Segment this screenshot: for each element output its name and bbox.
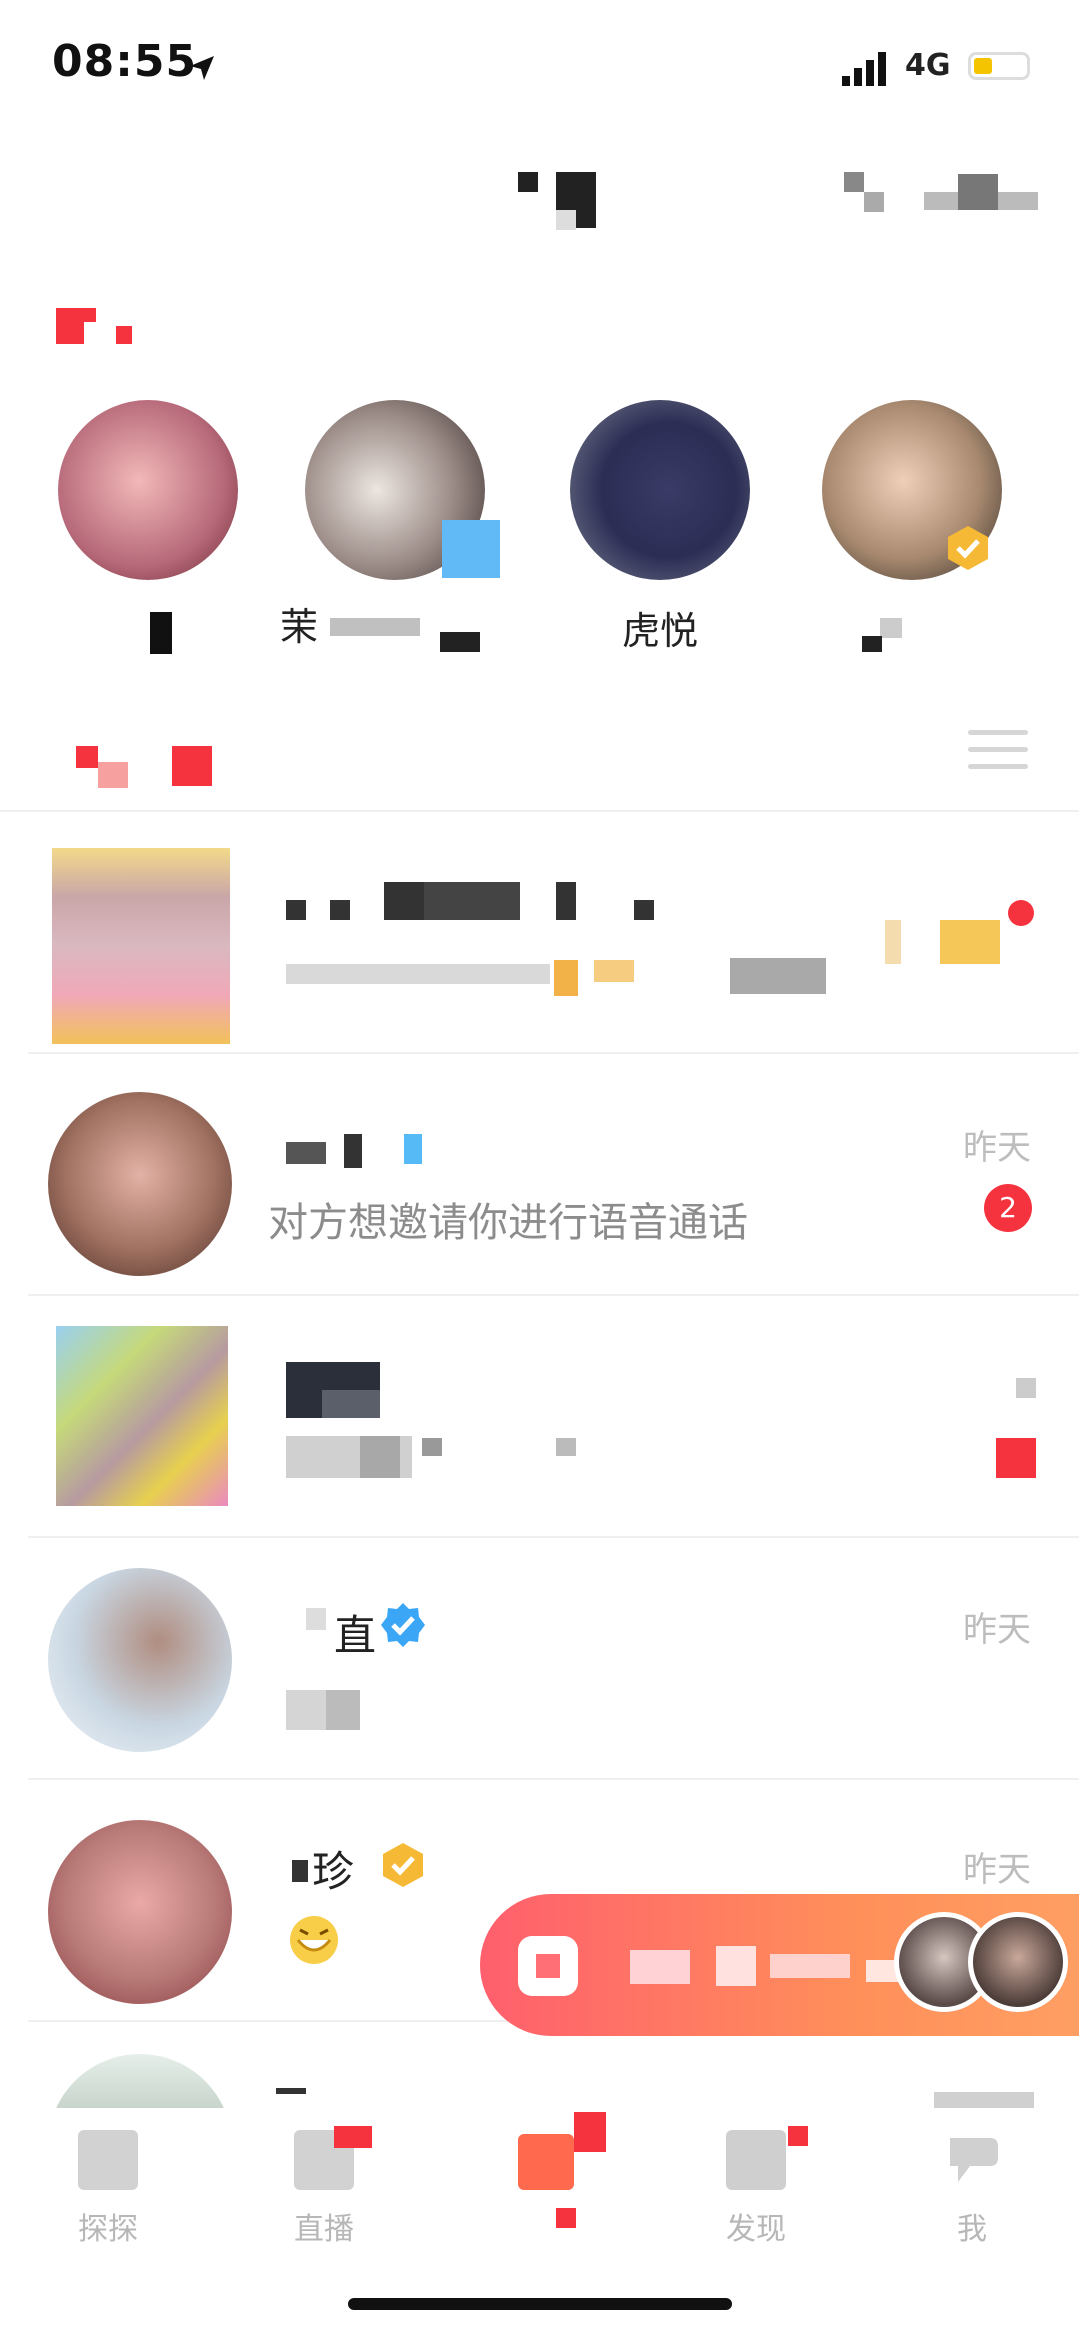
tantan-tab-icon [78, 2130, 138, 2190]
network-type: 4G [905, 48, 951, 83]
unread-dot [1008, 900, 1034, 926]
message-row[interactable]: 直 昨天 [0, 1538, 1079, 1778]
discover-tab-icon [726, 2130, 786, 2190]
avatar [52, 848, 230, 1044]
contact-name: 虎悦 [621, 609, 698, 653]
message-time: 昨天 [963, 1850, 1031, 1890]
unread-badge: 2 [984, 1184, 1032, 1232]
verified-gold-icon [948, 526, 988, 570]
tab-label: 直播 [294, 2212, 354, 2247]
verified-blue-icon [381, 1603, 425, 1647]
tab-label: 我 [957, 2212, 987, 2247]
battery-icon [968, 52, 1030, 80]
menu-icon[interactable] [968, 730, 1028, 781]
voice-room-banner[interactable] [480, 1894, 1079, 2036]
avatar [48, 1820, 232, 2004]
contact-name: 直 [334, 1611, 377, 1660]
message-row[interactable] [0, 1296, 1079, 1536]
contact-name: 珍 [312, 1847, 355, 1896]
messages-tab-icon [518, 2134, 574, 2190]
signal-icon [842, 52, 886, 86]
verified-gold-icon [383, 1843, 423, 1887]
avatar [48, 2054, 232, 2112]
home-indicator[interactable] [348, 2298, 732, 2310]
avatar [48, 1092, 232, 1276]
message-row[interactable]: 昨天 对方想邀请你进行语音通话 2 [0, 1054, 1079, 1294]
avatar [56, 1326, 228, 1506]
tab-discover[interactable]: 发现 [648, 2108, 864, 2308]
tab-label: 探探 [78, 2212, 138, 2247]
message-row[interactable] [0, 812, 1079, 1052]
tab-live[interactable]: 直播 [216, 2108, 432, 2308]
avatar [570, 400, 750, 580]
tab-label: 发现 [726, 2212, 786, 2247]
message-time: 昨天 [963, 1610, 1031, 1650]
tab-tantan[interactable]: 探探 [0, 2108, 216, 2308]
message-preview: 对方想邀请你进行语音通话 [268, 1200, 748, 1246]
profile-tab-icon [950, 2138, 998, 2182]
tab-messages[interactable] [432, 2108, 648, 2308]
status-time: 08:55 [52, 36, 198, 87]
contact-name: 茉 [280, 605, 319, 649]
avatar [48, 1568, 232, 1752]
location-arrow-icon [190, 56, 214, 80]
unread-indicator [996, 1438, 1036, 1478]
banner-avatar [968, 1912, 1068, 2012]
emoji-grin-icon [290, 1916, 338, 1964]
message-time: 昨天 [963, 1128, 1031, 1168]
avatar [58, 400, 238, 580]
tab-me[interactable]: 我 [864, 2108, 1079, 2308]
